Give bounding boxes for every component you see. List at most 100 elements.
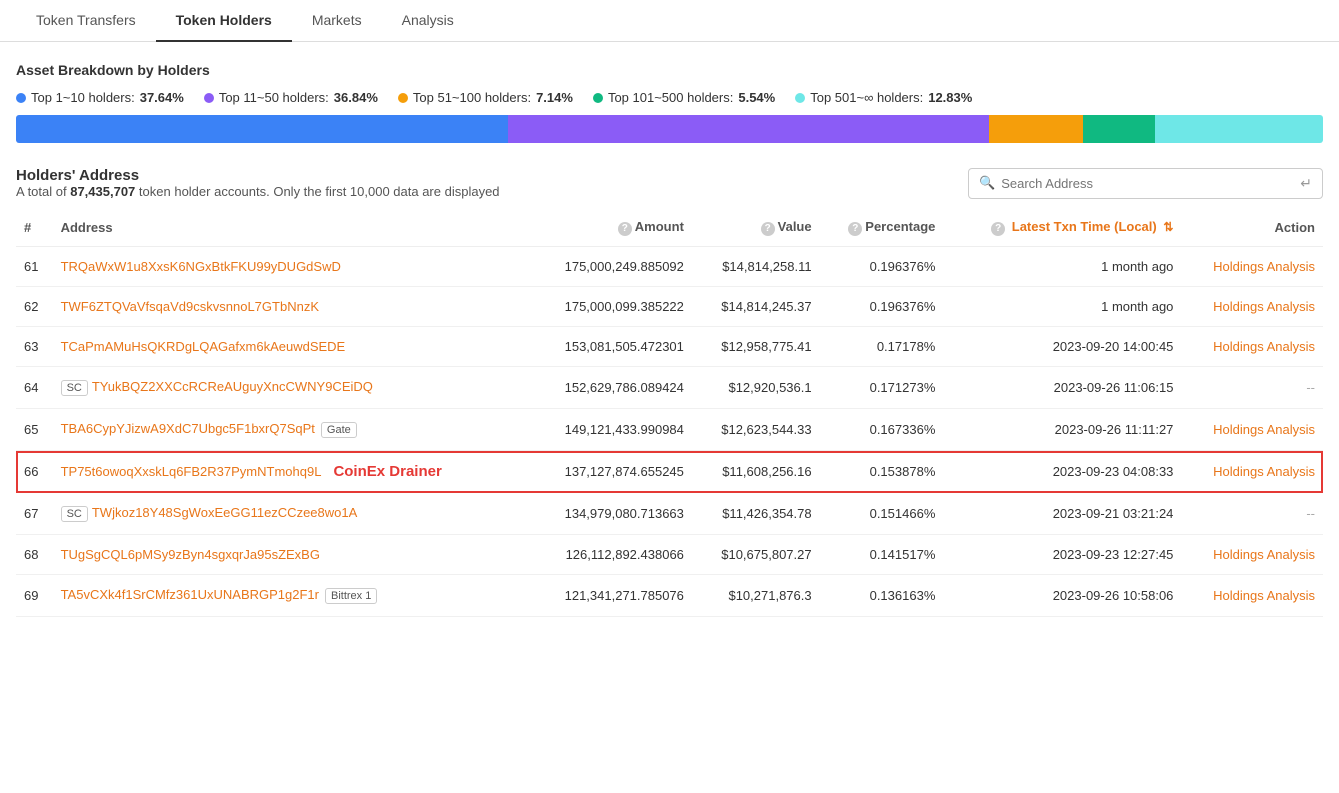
holdings-analysis-link[interactable]: Holdings Analysis: [1213, 299, 1315, 314]
cell-percentage: 0.153878%: [820, 451, 944, 493]
address-badge2: Bittrex 1: [325, 588, 377, 604]
search-address-box[interactable]: 🔍 ↵: [968, 168, 1323, 199]
legend-item-4: Top 101~500 holders: 5.54%: [593, 90, 775, 105]
cell-num: 61: [16, 247, 53, 287]
col-amount: ?Amount: [529, 209, 691, 247]
cell-time: 2023-09-26 11:06:15: [943, 367, 1181, 409]
table-row: 66TP75t6owoqXxskLq6FB2R37PymNTmohq9LCoin…: [16, 451, 1323, 493]
address-link[interactable]: TYukBQZ2XXCcRCReAUguyXncCWNY9CEiDQ: [92, 379, 373, 394]
cell-percentage: 0.151466%: [820, 493, 944, 535]
address-badge: SC: [61, 380, 88, 396]
table-row: 69TA5vCXk4f1SrCMfz361UxUNABRGP1g2F1rBitt…: [16, 575, 1323, 617]
col-num: #: [16, 209, 53, 247]
cell-action: Holdings Analysis: [1181, 535, 1323, 575]
address-link[interactable]: TUgSgCQL6pMSy9zByn4sgxqrJa95sZExBG: [61, 547, 320, 562]
holders-header: Holders' Address A total of 87,435,707 t…: [16, 167, 1323, 199]
holdings-analysis-link[interactable]: Holdings Analysis: [1213, 588, 1315, 603]
holdings-analysis-link[interactable]: Holdings Analysis: [1213, 547, 1315, 562]
cell-time: 2023-09-23 12:27:45: [943, 535, 1181, 575]
legend-label-5: Top 501~∞ holders:: [810, 90, 923, 105]
cell-time: 2023-09-26 11:11:27: [943, 409, 1181, 451]
cell-address: TRQaWxW1u8XxsK6NGxBtkFKU99yDUGdSwD: [53, 247, 530, 287]
cell-address: TBA6CypYJizwA9XdC7Ubgc5F1bxrQ7SqPtGate: [53, 409, 530, 451]
holders-address-title: Holders' Address: [16, 167, 500, 184]
cell-value: $12,623,544.33: [692, 409, 820, 451]
holders-table: # Address ?Amount ?Value ?Percentage ? L…: [16, 209, 1323, 617]
cell-time: 1 month ago: [943, 247, 1181, 287]
cell-amount: 126,112,892.438066: [529, 535, 691, 575]
enter-icon[interactable]: ↵: [1300, 175, 1312, 192]
holdings-analysis-link[interactable]: Holdings Analysis: [1213, 464, 1315, 479]
table-row: 62 TWF6ZTQVaVfsqaVd9cskvsnnoL7GTbNnzK 175,…: [16, 287, 1323, 327]
tab-token-transfers[interactable]: Token Transfers: [16, 0, 156, 42]
latest-txn-label[interactable]: Latest Txn Time (Local): [1012, 219, 1157, 234]
cell-time: 2023-09-23 04:08:33: [943, 451, 1181, 493]
table-row: 64SCTYukBQZ2XXCcRCReAUguyXncCWNY9CEiDQ15…: [16, 367, 1323, 409]
legend-dot-1: [16, 93, 26, 103]
holdings-analysis-link[interactable]: Holdings Analysis: [1213, 259, 1315, 274]
cell-value: $10,271,876.3: [692, 575, 820, 617]
cell-num: 64: [16, 367, 53, 409]
address-link[interactable]: TWF6ZTQVaVfsqaVd9cskvsnnoL7GTbNnzK: [61, 299, 319, 314]
cell-amount: 149,121,433.990984: [529, 409, 691, 451]
holdings-analysis-link[interactable]: Holdings Analysis: [1213, 339, 1315, 354]
action-dash: --: [1306, 506, 1315, 521]
time-help-icon[interactable]: ?: [991, 222, 1005, 236]
breakdown-legend: Top 1~10 holders: 37.64% Top 11~50 holde…: [16, 90, 1323, 105]
time-sort-icon[interactable]: ⇅: [1163, 220, 1173, 234]
tab-bar: Token Transfers Token Holders Markets An…: [0, 0, 1339, 42]
cell-value: $10,675,807.27: [692, 535, 820, 575]
cell-action: Holdings Analysis: [1181, 409, 1323, 451]
amount-help-icon[interactable]: ?: [618, 222, 632, 236]
breakdown-bar: [16, 115, 1323, 143]
cell-address: TCaPmAMuHsQKRDgLQAGafxm6kAeuwdSEDE: [53, 327, 530, 367]
bar-segment-1: [16, 115, 508, 143]
col-percentage: ?Percentage: [820, 209, 944, 247]
address-link[interactable]: TBA6CypYJizwA9XdC7Ubgc5F1bxrQ7SqPt: [61, 421, 315, 436]
cell-value: $12,920,536.1: [692, 367, 820, 409]
address-link[interactable]: TA5vCXk4f1SrCMfz361UxUNABRGP1g2F1r: [61, 587, 319, 602]
address-link[interactable]: TWjkoz18Y48SgWoxEeGG11ezCCzee8wo1A: [92, 505, 357, 520]
address-link[interactable]: TRQaWxW1u8XxsK6NGxBtkFKU99yDUGdSwD: [61, 259, 341, 274]
legend-item-1: Top 1~10 holders: 37.64%: [16, 90, 184, 105]
cell-address: TWF6ZTQVaVfsqaVd9cskvsnnoL7GTbNnzK: [53, 287, 530, 327]
col-time: ? Latest Txn Time (Local) ⇅: [943, 209, 1181, 247]
cell-value: $12,958,775.41: [692, 327, 820, 367]
percentage-help-icon[interactable]: ?: [848, 222, 862, 236]
cell-address: SC TYukBQZ2XXCcRCReAUguyXncCWNY9CEiDQ: [53, 367, 530, 409]
holders-count-suffix: token holder accounts. Only the first 10…: [139, 184, 500, 199]
holdings-analysis-link[interactable]: Holdings Analysis: [1213, 422, 1315, 437]
legend-label-3: Top 51~100 holders:: [413, 90, 531, 105]
cell-action: Holdings Analysis: [1181, 247, 1323, 287]
bar-segment-5: [1155, 115, 1323, 143]
cell-value: $14,814,258.11: [692, 247, 820, 287]
cell-percentage: 0.141517%: [820, 535, 944, 575]
tab-token-holders[interactable]: Token Holders: [156, 0, 292, 42]
tab-analysis[interactable]: Analysis: [382, 0, 474, 42]
address-badge: SC: [61, 506, 88, 522]
address-link[interactable]: TP75t6owoqXxskLq6FB2R37PymNTmohq9L: [61, 464, 322, 479]
legend-value-4: 5.54%: [738, 90, 775, 105]
cell-value: $11,608,256.16: [692, 451, 820, 493]
cell-time: 2023-09-20 14:00:45: [943, 327, 1181, 367]
cell-amount: 175,000,099.385222: [529, 287, 691, 327]
cell-num: 62: [16, 287, 53, 327]
tab-markets[interactable]: Markets: [292, 0, 382, 42]
cell-time: 2023-09-21 03:21:24: [943, 493, 1181, 535]
cell-action: Holdings Analysis: [1181, 575, 1323, 617]
col-address: Address: [53, 209, 530, 247]
legend-value-5: 12.83%: [928, 90, 972, 105]
legend-dot-2: [204, 93, 214, 103]
cell-address: TA5vCXk4f1SrCMfz361UxUNABRGP1g2F1r Bittre…: [53, 575, 530, 617]
value-help-icon[interactable]: ?: [761, 222, 775, 236]
bar-segment-2: [508, 115, 989, 143]
legend-label-1: Top 1~10 holders:: [31, 90, 135, 105]
cell-action: Holdings Analysis: [1181, 327, 1323, 367]
cell-time: 2023-09-26 10:58:06: [943, 575, 1181, 617]
legend-value-1: 37.64%: [140, 90, 184, 105]
address-link[interactable]: TCaPmAMuHsQKRDgLQAGafxm6kAeuwdSEDE: [61, 339, 346, 354]
legend-item-3: Top 51~100 holders: 7.14%: [398, 90, 573, 105]
legend-item-2: Top 11~50 holders: 36.84%: [204, 90, 378, 105]
search-address-input[interactable]: [1001, 176, 1300, 191]
cell-num: 68: [16, 535, 53, 575]
